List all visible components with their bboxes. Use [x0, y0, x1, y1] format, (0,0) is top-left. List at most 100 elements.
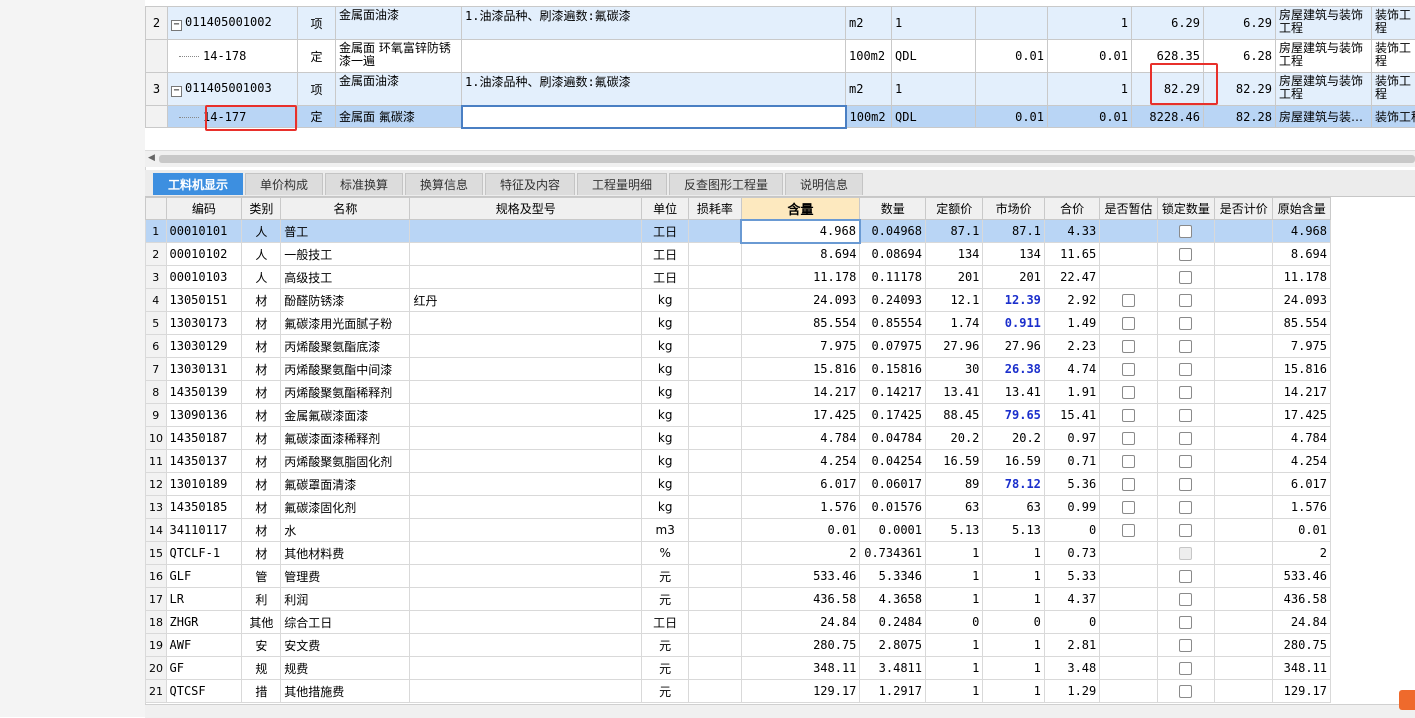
pricing-cell[interactable]: [1215, 243, 1273, 266]
checkbox[interactable]: [1179, 593, 1192, 606]
material-category[interactable]: 人: [242, 243, 281, 266]
checkbox[interactable]: [1179, 616, 1192, 629]
material-original-qty[interactable]: 436.58: [1273, 588, 1331, 611]
material-row[interactable]: 413050151材酚醛防锈漆红丹kg24.0930.2409312.112.3…: [146, 289, 1331, 312]
material-name[interactable]: 金属氟碳漆面漆: [281, 404, 410, 427]
material-total[interactable]: 0.73: [1044, 542, 1099, 565]
material-content-qty[interactable]: 24.84: [741, 611, 860, 634]
material-loss-rate[interactable]: [689, 243, 741, 266]
checkbox[interactable]: [1179, 432, 1192, 445]
pricing-cell[interactable]: [1215, 358, 1273, 381]
material-loss-rate[interactable]: [689, 611, 741, 634]
material-unit[interactable]: kg: [642, 473, 689, 496]
material-amount[interactable]: 0.17425: [860, 404, 926, 427]
material-code[interactable]: AWF: [166, 634, 242, 657]
checkbox-cell[interactable]: [1100, 427, 1157, 450]
material-total[interactable]: 0.99: [1044, 496, 1099, 519]
material-spec[interactable]: [410, 312, 642, 335]
material-spec[interactable]: [410, 611, 642, 634]
material-loss-rate[interactable]: [689, 266, 741, 289]
material-quota-price[interactable]: 0: [926, 611, 983, 634]
tab-5[interactable]: 工程量明细: [577, 173, 667, 195]
tab-6[interactable]: 反查图形工程量: [669, 173, 783, 195]
material-name[interactable]: 其他材料费: [281, 542, 410, 565]
material-unit[interactable]: 工日: [642, 611, 689, 634]
material-row[interactable]: 1114350137材丙烯酸聚氨脂固化剂kg4.2540.0425416.591…: [146, 450, 1331, 473]
checkbox-cell[interactable]: [1100, 450, 1157, 473]
material-name[interactable]: 管理费: [281, 565, 410, 588]
material-quota-price[interactable]: 16.59: [926, 450, 983, 473]
checkbox[interactable]: [1122, 386, 1135, 399]
checkbox[interactable]: [1179, 340, 1192, 353]
column-header[interactable]: 市场价: [983, 198, 1045, 220]
material-original-qty[interactable]: 14.217: [1273, 381, 1331, 404]
material-unit[interactable]: %: [642, 542, 689, 565]
material-code[interactable]: GF: [166, 657, 242, 680]
checkbox-cell[interactable]: [1157, 289, 1214, 312]
checkbox-cell[interactable]: [1157, 335, 1214, 358]
checkbox-cell[interactable]: [1157, 680, 1214, 703]
app-tray-icon[interactable]: [1399, 690, 1415, 710]
bill-c9[interactable]: [976, 7, 1048, 40]
column-header[interactable]: 是否暂估: [1100, 198, 1157, 220]
column-header[interactable]: 数量: [860, 198, 926, 220]
pricing-cell[interactable]: [1215, 657, 1273, 680]
checkbox[interactable]: [1179, 570, 1192, 583]
material-total[interactable]: 5.33: [1044, 565, 1099, 588]
tab-2[interactable]: 标准换算: [325, 173, 403, 195]
material-row[interactable]: 814350139材丙烯酸聚氨酯稀释剂kg14.2170.1421713.411…: [146, 381, 1331, 404]
material-market-price[interactable]: 63: [983, 496, 1045, 519]
material-original-qty[interactable]: 129.17: [1273, 680, 1331, 703]
material-code[interactable]: 00010101: [166, 220, 242, 243]
material-name[interactable]: 丙烯酸聚氨酯中间漆: [281, 358, 410, 381]
material-total[interactable]: 11.65: [1044, 243, 1099, 266]
material-name[interactable]: 氟碳漆面漆稀释剂: [281, 427, 410, 450]
material-original-qty[interactable]: 24.84: [1273, 611, 1331, 634]
material-original-qty[interactable]: 7.975: [1273, 335, 1331, 358]
material-content-qty[interactable]: 11.178: [741, 266, 860, 289]
bill-quantity-expr[interactable]: QDL: [892, 40, 976, 73]
material-content-qty[interactable]: 348.11: [741, 657, 860, 680]
bill-category[interactable]: 装饰工程: [1372, 7, 1415, 40]
material-name[interactable]: 水: [281, 519, 410, 542]
checkbox[interactable]: [1179, 317, 1192, 330]
checkbox-cell[interactable]: [1100, 289, 1157, 312]
material-quota-price[interactable]: 63: [926, 496, 983, 519]
material-quota-price[interactable]: 89: [926, 473, 983, 496]
material-quota-price[interactable]: 12.1: [926, 289, 983, 312]
material-row[interactable]: 15QTCLF-1材其他材料费%20.734361110.732: [146, 542, 1331, 565]
material-category[interactable]: 管: [242, 565, 281, 588]
material-code[interactable]: GLF: [166, 565, 242, 588]
material-category[interactable]: 材: [242, 381, 281, 404]
material-code[interactable]: QTCLF-1: [166, 542, 242, 565]
material-name[interactable]: 丙烯酸聚氨脂固化剂: [281, 450, 410, 473]
column-header[interactable]: 单位: [642, 198, 689, 220]
material-market-price[interactable]: 0: [983, 611, 1045, 634]
material-content-qty[interactable]: 129.17: [741, 680, 860, 703]
bill-row-selected[interactable]: 14-177定金属面 氟碳漆100m2QDL0.010.018228.4682.…: [146, 106, 1415, 128]
material-unit[interactable]: kg: [642, 427, 689, 450]
material-unit[interactable]: kg: [642, 496, 689, 519]
material-quota-price[interactable]: 87.1: [926, 220, 983, 243]
material-unit[interactable]: kg: [642, 335, 689, 358]
material-name[interactable]: 氟碳罩面清漆: [281, 473, 410, 496]
scroll-left-icon[interactable]: ◀: [148, 153, 155, 163]
material-quota-price[interactable]: 13.41: [926, 381, 983, 404]
material-name[interactable]: 利润: [281, 588, 410, 611]
material-category[interactable]: 材: [242, 404, 281, 427]
material-spec[interactable]: [410, 381, 642, 404]
material-amount[interactable]: 4.3658: [860, 588, 926, 611]
material-loss-rate[interactable]: [689, 220, 741, 243]
material-quota-price[interactable]: 30: [926, 358, 983, 381]
material-unit[interactable]: 元: [642, 634, 689, 657]
bill-c10[interactable]: 0.01: [1048, 40, 1132, 73]
material-loss-rate[interactable]: [689, 473, 741, 496]
material-unit[interactable]: 元: [642, 680, 689, 703]
checkbox[interactable]: [1179, 271, 1192, 284]
material-spec[interactable]: [410, 634, 642, 657]
checkbox-cell[interactable]: [1157, 634, 1214, 657]
material-total[interactable]: 0.71: [1044, 450, 1099, 473]
material-market-price[interactable]: 1: [983, 657, 1045, 680]
tab-1[interactable]: 单价构成: [245, 173, 323, 195]
material-amount[interactable]: 0.2484: [860, 611, 926, 634]
